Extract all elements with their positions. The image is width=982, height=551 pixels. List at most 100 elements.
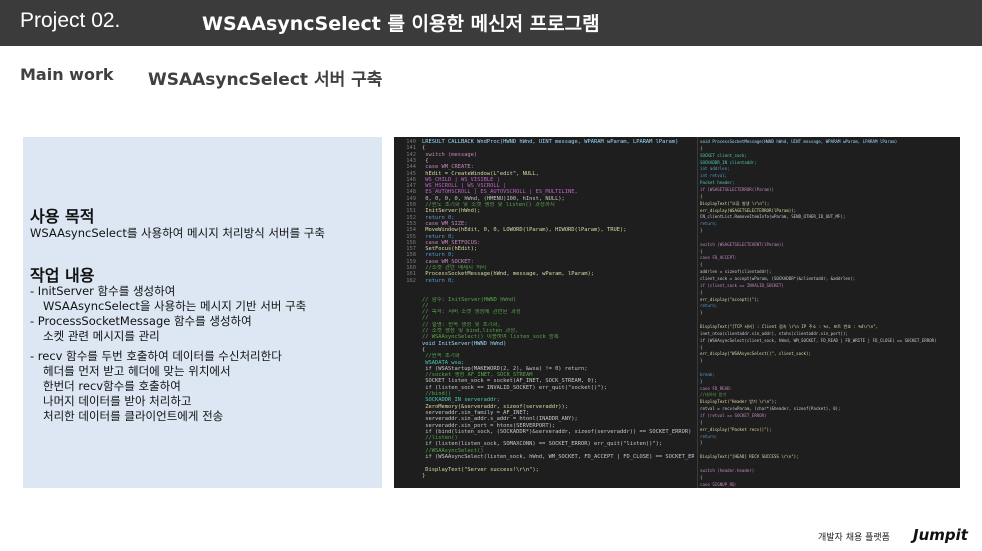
code-line: if (WSAAsyncSelect(client_sock, hWnd, WM… [700,337,937,343]
code-line: err_display("WSAAsyncSelect()", client_s… [700,351,811,357]
work-line: 소켓 관련 메시지를 관리 [43,329,160,343]
code-line: int addrlen; [700,166,730,172]
code-divider [697,137,698,488]
code-line: { [700,474,703,480]
work-line: WSAAsyncSelect을 사용하는 메시지 기반 서버 구축 [43,299,307,313]
work-line: 처리한 데이터를 클라이언트에게 전송 [43,409,224,423]
code-text: case WM_SETFOCUS: [422,239,481,246]
work-line: 나머지 데이터를 받아 처리하고 [43,394,192,408]
code-line: } [700,358,703,364]
code-text: if (WSAAsyncSelect(listen_sock, hWnd, WM… [425,454,694,460]
code-line: } [700,378,703,384]
section-subtitle: WSAAsyncSelect 서버 구축 [148,70,383,90]
code-line: { [700,344,703,350]
code-text: if (listen(listen_sock, SOMAXCONN) == SO… [422,441,663,448]
code-text: ProcessSocketMessage(hWnd, message, wPar… [422,271,595,278]
code-text: // 목적: 서버 소켓 생성에 관련된 과정 [422,309,521,316]
code-line: err_display("accept()"); [700,296,760,302]
code-text: { [422,157,429,164]
code-line: inet_ntoa(clientaddr.sin_addr), ntohs(cl… [700,330,848,336]
code-text: void InitServer(HWND hWnd) [422,340,507,347]
code-line: CN_clientList.RemoveItemInfo(wParam, SEN… [700,214,846,220]
footer-text: 개발자 채용 플랫폼 [818,533,890,543]
code-text: switch (message) [422,151,478,158]
code-text: return 0; [422,233,455,240]
code-line: case FD_READ: [700,385,733,391]
code-text: return 0; [422,277,455,284]
code-line: DisplayText("[HEAD] RECV SUCCESS \r\n"); [700,454,799,460]
code-text: ES_AUTOHSCROLL | ES_AUTOVSCROLL | ES_MUL… [422,189,578,196]
code-line: if (retval == SOCKET_ERROR) [700,413,767,418]
code-text: return 0; [422,214,455,221]
code-text: 0, 0, 0, 0, hWnd, (HMENU)100, hInst, NUL… [422,195,565,202]
code-screenshot: 140 LRESULT CALLBACK WndProc(HWND hWnd, U… [394,137,960,488]
code-text: SOCKADDR_IN serveraddr; [422,397,500,404]
code-line: } [700,310,703,316]
title-bar: Project 02. WSAAsyncSelect 를 이용한 메신저 프로그… [0,0,982,46]
code-line: } [394,473,694,480]
code-text: { [422,145,426,152]
code-text: WS_HSCROLL | WS_VSCROLL | [422,183,507,190]
code-text: ZeroMemory(&serveraddr, sizeof(serveradd… [422,403,569,410]
code-text: //윈도 초기화 및 소켓 생성 및 listen() 과정까지 [422,202,555,208]
work-line: - InitServer 함수를 생성하여 [30,284,176,298]
code-text: //bind() [422,391,452,397]
code-text: // 소켓 생성 및 bind,listen 과정, [422,328,519,334]
code-text: } [422,472,426,479]
code-text: LRESULT CALLBACK WndProc(HWND hWnd, UINT… [422,139,679,145]
code-text: serveraddr.sin_family = AF_INET; [422,409,530,416]
code-line: { [700,419,703,425]
purpose-heading: 사용 목적 [30,207,95,226]
code-line: SOCKET client_sock; [700,152,747,158]
code-line: switch (WSAGETSELECTEVENT(lParam)) [700,241,784,247]
code-text: return 0; [422,252,455,259]
code-line: int retval; [700,173,728,179]
code-line: return; [700,221,718,227]
code-line: if (WSAGETSELECTERROR(lParam)) [700,186,774,192]
code-line: retval = recv(wParam, (char*)&header, si… [700,406,841,412]
slide-title: WSAAsyncSelect 를 이용한 메신저 프로그램 [202,13,600,35]
code-text: //소켓 관련 메세지 처리 [422,265,487,271]
code-text: //윈속 초기화 [422,353,460,360]
code-text: //socket 생성 AF_INET, SOCK_STREAM [422,372,533,379]
code-text: WSADATA wsa; [422,359,465,366]
code-line: case SIGNUP_RQ: [700,481,737,487]
code-line: break; [700,371,715,377]
code-text: if (WSAStartup(MAKEWORD(2, 2), &wsa) != … [422,365,588,372]
code-text: { [422,346,426,353]
code-text: case WM_SIZE: [422,220,468,227]
code-text: //WSAAsyncSelect() [422,447,484,454]
work-line: - recv 함수를 두번 호출하여 데이터를 수신처리한다 [30,349,282,363]
code-line: { [700,289,703,295]
work-line: - ProcessSocketMessage 함수를 생성하여 [30,314,252,328]
code-text: if (listen_sock == INVALID_SOCKET) err_q… [422,384,607,391]
jumpit-logo: Jumpit [913,526,968,544]
code-line: addrlen = sizeof(clientaddr); [700,269,772,275]
code-text: case WM_SOCKET: [422,258,474,265]
code-line: } [700,440,703,446]
code-line: Packet header; [700,180,735,186]
code-line: client_sock = accept(wParam, (SOCKADDR*)… [700,276,856,281]
code-line: err_display(WSAGETSELECTERROR(lParam)); [700,207,797,213]
code-text: SOCKET listen_sock = socket(AF_INET, SOC… [422,378,598,385]
code-line: err_display("Packet recv()"); [700,426,772,432]
code-line: SOCKADDR_IN clientaddr; [700,159,757,165]
code-text: // 함수: InitServer(HWND hWnd) [422,296,517,303]
code-line: return; [700,433,718,439]
code-text: case WM_CREATE: [422,164,474,171]
code-text: // [422,302,429,309]
code-line: { [700,262,703,268]
code-line: void ProcessSocketMessage(HWND hWnd, UIN… [700,139,898,144]
code-text: DisplayText("Server success!\r\n"); [422,466,539,473]
code-text: // 설명: 윈속 생성 및 초기화, [422,321,501,328]
code-text: MoveWindow(hEdit, 0, 0, LOWORD(lParam), … [422,227,627,234]
code-line: DisplayText("[TCP 서버] : Client 접속 \r\n I… [700,323,879,329]
main-work-label: Main work [20,65,114,84]
code-line: case FD_ACCEPT: [700,255,737,261]
project-number: Project 02. [20,9,121,32]
code-line: } [700,228,703,234]
